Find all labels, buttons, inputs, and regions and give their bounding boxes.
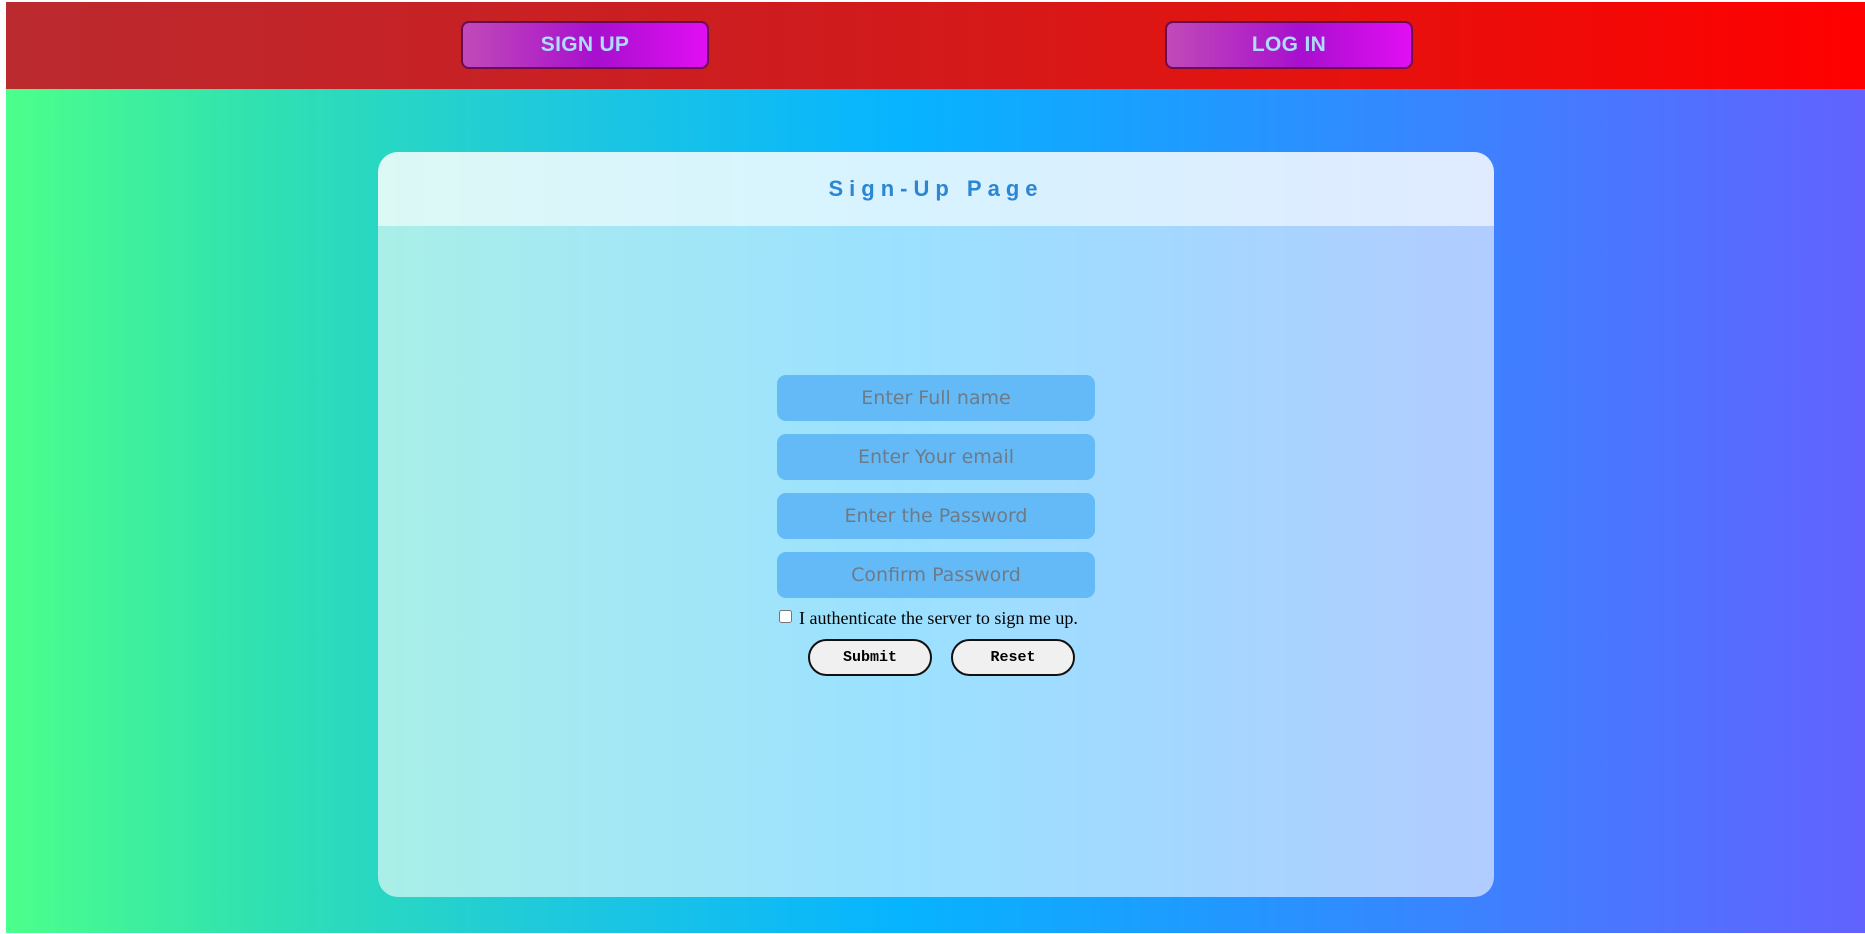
reset-button[interactable]: Reset xyxy=(951,639,1075,676)
page-title: Sign-Up Page xyxy=(378,152,1494,226)
consent-label: I authenticate the server to sign me up. xyxy=(799,608,1078,628)
email-input[interactable] xyxy=(777,434,1095,480)
login-nav-button[interactable]: LOG IN xyxy=(1165,21,1413,69)
signup-card: Sign-Up Page I authenticate the server t… xyxy=(378,152,1494,897)
fullname-input[interactable] xyxy=(777,375,1095,421)
top-navigation-bar: SIGN UP LOG IN xyxy=(6,2,1865,89)
signup-nav-button[interactable]: SIGN UP xyxy=(461,21,709,69)
consent-checkbox[interactable] xyxy=(779,610,792,623)
confirm-password-input[interactable] xyxy=(777,552,1095,598)
password-input[interactable] xyxy=(777,493,1095,539)
submit-button[interactable]: Submit xyxy=(808,639,932,676)
page-background: SIGN UP LOG IN Sign-Up Page I authentica… xyxy=(6,2,1865,933)
